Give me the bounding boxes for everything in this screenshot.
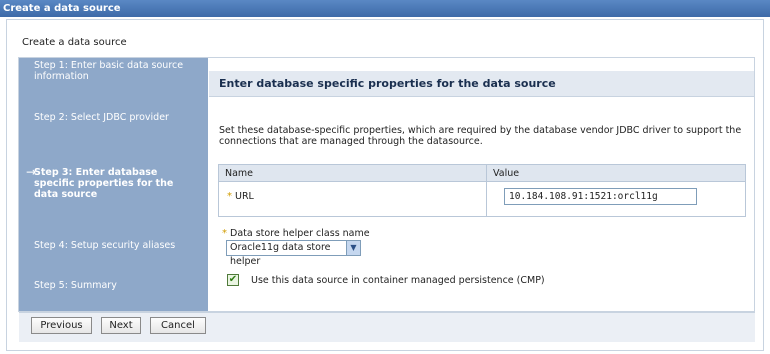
window-title: Create a data source [0, 0, 770, 17]
step-5: Step 5: Summary [34, 280, 117, 291]
cmp-checkbox-label: Use this data source in container manage… [251, 275, 545, 286]
helper-class-label: * Data store helper class name [222, 228, 370, 239]
step-3-current: Step 3: Enter database specific properti… [34, 167, 174, 200]
cancel-button[interactable]: Cancel [150, 317, 206, 334]
page-heading: Create a data source [22, 37, 127, 48]
next-button[interactable]: Next [101, 317, 141, 334]
previous-button[interactable]: Previous [31, 317, 92, 334]
url-input[interactable]: 10.184.108.91:1521:orcl11g [504, 188, 697, 205]
chevron-down-icon[interactable]: ▼ [346, 241, 360, 255]
table-row-url-name: * URL [219, 182, 487, 216]
step-4: Step 4: Setup security aliases [34, 240, 176, 251]
url-label: URL [235, 191, 254, 202]
required-marker: * [227, 191, 232, 202]
content-description: Set these database-specific properties, … [219, 125, 742, 147]
cmp-checkbox[interactable]: ✔ [227, 274, 239, 286]
required-marker: * [222, 228, 227, 239]
column-header-value: Value [487, 165, 745, 182]
step-2: Step 2: Select JDBC provider [34, 112, 169, 123]
column-header-name: Name [219, 165, 487, 182]
helper-class-select[interactable]: Oracle11g data store helper ▼ [226, 240, 361, 267]
step-1: Step 1: Enter basic data source informat… [34, 60, 184, 82]
content-title: Enter database specific properties for t… [219, 77, 556, 90]
